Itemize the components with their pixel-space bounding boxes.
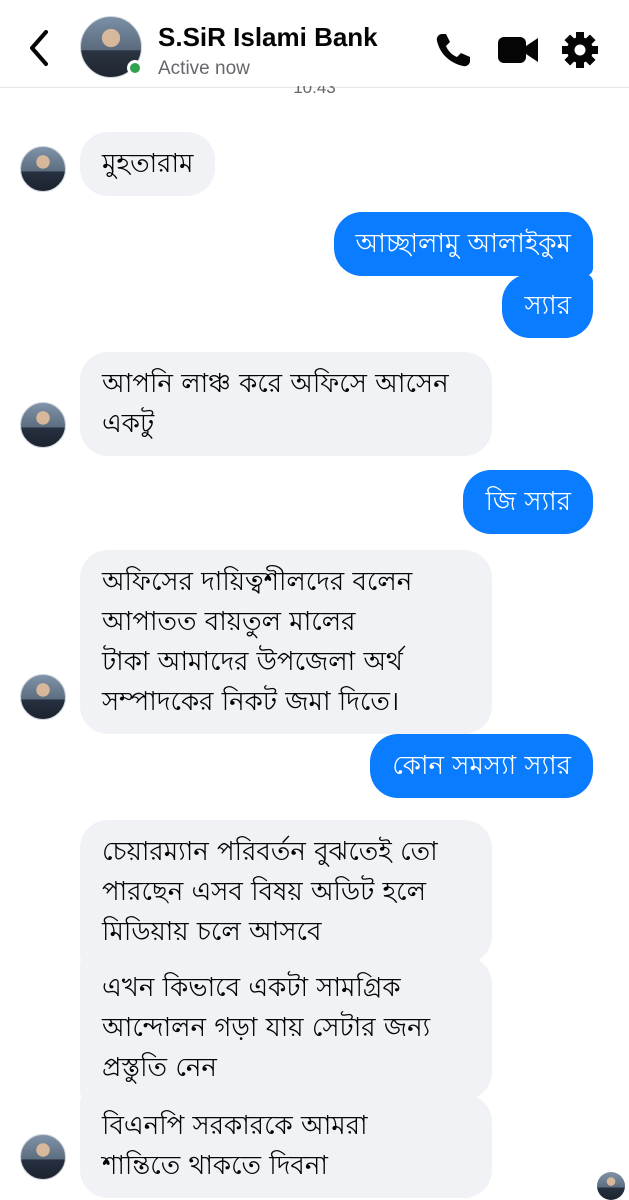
video-camera-icon[interactable] [496, 30, 540, 70]
seen-receipt-avatar [597, 1172, 625, 1200]
message-text: কোন সমস্যা স্যার [392, 751, 571, 781]
message-bubble-incoming[interactable]: বিএনপি সরকারকে আমরা শান্তিতে থাকতে দিবনা [80, 1094, 492, 1198]
sender-avatar[interactable] [20, 674, 66, 720]
message-line: পারছেন এসব বিষয় অডিট হলে [102, 877, 426, 907]
message-bubble-incoming[interactable]: চেয়ারম্যান পরিবর্তন বুঝতেই তো পারছেন এস… [80, 820, 492, 964]
message-line: সম্পাদকের নিকট জমা দিতে। [102, 687, 400, 717]
message-line: মিডিয়ায় চলে আসবে [102, 917, 322, 947]
message-line: অফিসের দায়িত্বশীলদের বলেন [102, 567, 413, 597]
message-bubble-outgoing[interactable]: স্যার [502, 274, 593, 338]
message-bubble-incoming[interactable]: মুহতারাম [80, 132, 216, 196]
message-line: একটু [102, 409, 155, 439]
message-line: প্রস্তুতি নেন [102, 1053, 217, 1083]
back-chevron-icon[interactable] [20, 26, 60, 70]
active-status: Active now [158, 58, 250, 79]
message-bubble-outgoing[interactable]: আচ্ছালামু আলাইকুম [333, 212, 593, 276]
message-timestamp: 10:43 [293, 86, 336, 97]
online-indicator [127, 60, 143, 76]
chat-header: S.SiR Islami Bank Active now [0, 0, 629, 88]
message-text: আচ্ছালামু আলাইকুম [355, 229, 572, 259]
message-line: আন্দোলন গড়া যায় সেটার জন্য [102, 1013, 431, 1043]
message-bubble-outgoing[interactable]: জি স্যার [463, 470, 593, 534]
phone-icon[interactable] [432, 30, 476, 70]
message-text: মুহতারাম [102, 149, 194, 179]
message-bubble-incoming[interactable]: আপনি লাঞ্চ করে অফিসে আসেন একটু [80, 352, 492, 456]
message-bubble-incoming[interactable]: অফিসের দায়িত্বশীলদের বলেন আপাতত বায়তুল… [80, 550, 492, 734]
message-line: এখন কিভাবে একটা সামগ্রিক [102, 973, 401, 1003]
contact-name[interactable]: S.SiR Islami Bank [158, 22, 378, 53]
gear-icon[interactable] [558, 30, 602, 70]
sender-avatar[interactable] [20, 1134, 66, 1180]
sender-avatar[interactable] [20, 146, 66, 192]
message-line: চেয়ারম্যান পরিবর্তন বুঝতেই তো [102, 837, 438, 867]
message-text: স্যার [524, 291, 571, 321]
message-line: আপনি লাঞ্চ করে অফিসে আসেন [102, 369, 449, 399]
message-bubble-incoming[interactable]: এখন কিভাবে একটা সামগ্রিক আন্দোলন গড়া যা… [80, 956, 492, 1100]
message-bubble-outgoing[interactable]: কোন সমস্যা স্যার [370, 734, 593, 798]
message-line: আপাতত বায়তুল মালের [102, 607, 356, 637]
message-text: জি স্যার [485, 487, 571, 517]
message-line: টাকা আমাদের উপজেলা অর্থ [102, 647, 403, 677]
message-line: বিএনপি সরকারকে আমরা [102, 1111, 368, 1141]
sender-avatar[interactable] [20, 402, 66, 448]
message-line: শান্তিতে থাকতে দিবনা [102, 1151, 328, 1181]
